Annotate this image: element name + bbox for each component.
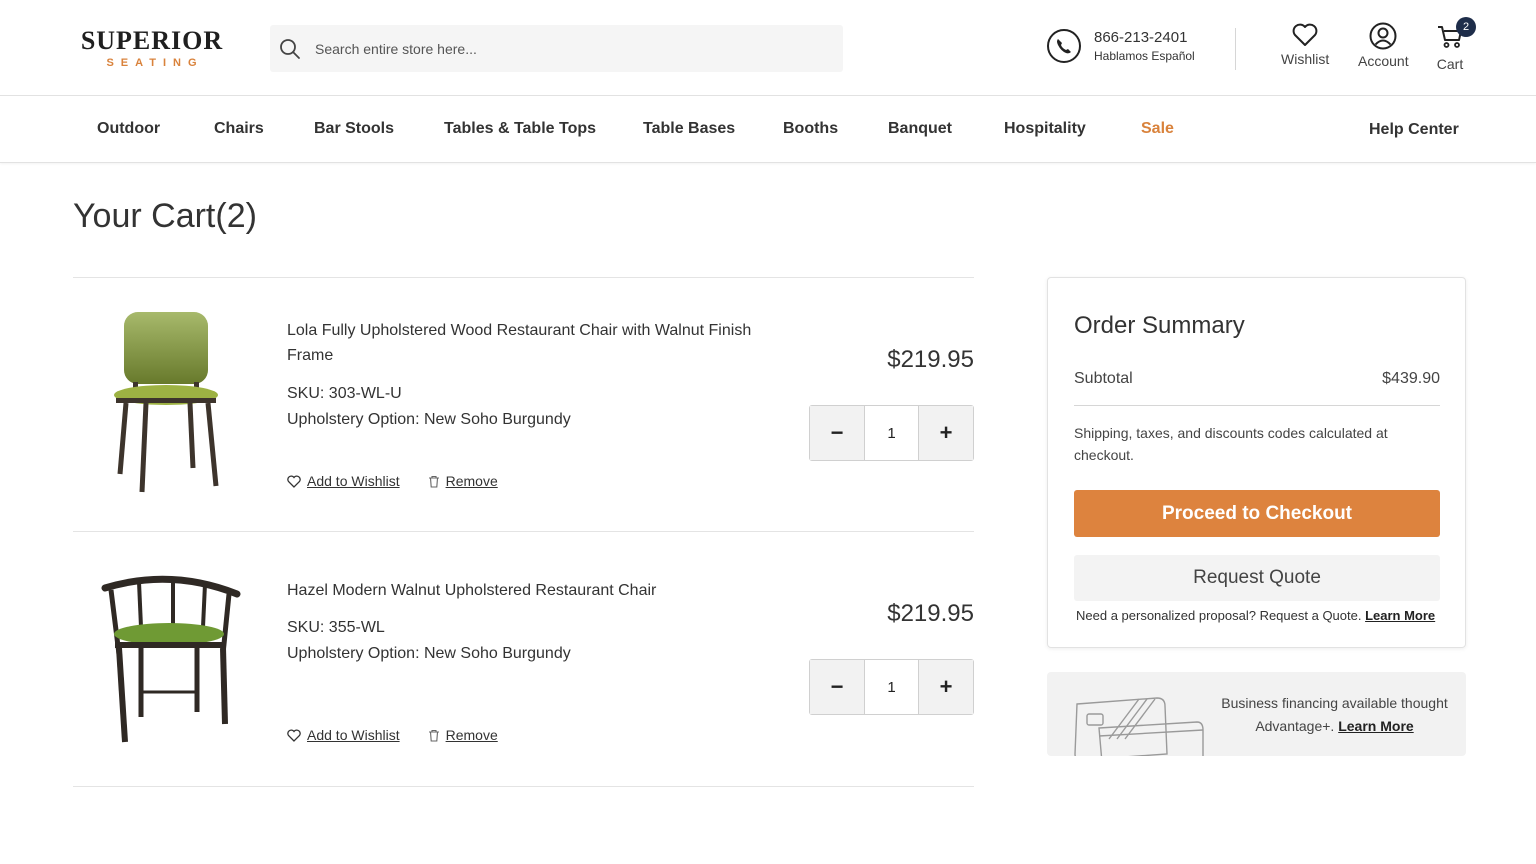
- nav-tables[interactable]: Tables & Table Tops: [444, 120, 596, 138]
- nav-table-bases[interactable]: Table Bases: [643, 120, 735, 138]
- subtotal-row: Subtotal $439.90: [1074, 370, 1440, 388]
- product-image-hazel-chair[interactable]: [101, 572, 241, 747]
- cart-divider-bottom: [73, 786, 974, 787]
- nav-outdoor[interactable]: Outdoor: [97, 120, 160, 138]
- phone-number[interactable]: 866-213-2401: [1094, 28, 1195, 48]
- search-icon[interactable]: [279, 38, 301, 60]
- quantity-stepper: − +: [809, 405, 974, 461]
- product-sku: SKU: 303-WL-U: [287, 385, 402, 402]
- credit-card-icon: [1074, 697, 1204, 756]
- header-divider: [1235, 28, 1236, 70]
- qty-decrease-button[interactable]: −: [810, 660, 864, 714]
- product-name[interactable]: Lola Fully Upholstered Wood Restaurant C…: [287, 318, 767, 368]
- product-option: Upholstery Option: New Soho Burgundy: [287, 411, 571, 428]
- order-summary-panel: Order Summary Subtotal $439.90 Shipping,…: [1047, 277, 1466, 648]
- nav-banquet[interactable]: Banquet: [888, 120, 952, 138]
- add-to-wishlist-link[interactable]: Add to Wishlist: [307, 473, 400, 489]
- quote-learn-more-link[interactable]: Learn More: [1365, 608, 1435, 623]
- add-to-wishlist-button[interactable]: Add to Wishlist: [287, 473, 400, 489]
- nav-help-center[interactable]: Help Center: [1369, 121, 1459, 139]
- financing-text: Business financing available thought Adv…: [1217, 692, 1452, 738]
- site-header: SUPERIOR SEATING 866-213-2401 Hablamos E…: [0, 0, 1536, 96]
- item-actions: Add to Wishlist Remove: [287, 473, 526, 489]
- search-bar: [270, 25, 843, 72]
- trash-icon: [428, 729, 439, 742]
- request-quote-button[interactable]: Request Quote: [1074, 555, 1440, 601]
- quantity-stepper: − +: [809, 659, 974, 715]
- account-link[interactable]: Account: [1358, 22, 1409, 69]
- add-to-wishlist-button[interactable]: Add to Wishlist: [287, 727, 400, 743]
- product-option: Upholstery Option: New Soho Burgundy: [287, 645, 571, 662]
- trash-icon: [428, 475, 439, 488]
- product-sku: SKU: 355-WL: [287, 619, 385, 636]
- wishlist-label: Wishlist: [1281, 51, 1330, 67]
- financing-learn-more-link[interactable]: Learn More: [1338, 718, 1413, 734]
- shipping-note: Shipping, taxes, and discounts codes cal…: [1074, 425, 1388, 463]
- subtotal-label: Subtotal: [1074, 370, 1133, 387]
- heart-icon: [287, 474, 301, 488]
- add-to-wishlist-link[interactable]: Add to Wishlist: [307, 727, 400, 743]
- nav-sale[interactable]: Sale: [1141, 120, 1174, 138]
- nav-chairs[interactable]: Chairs: [214, 120, 264, 138]
- qty-increase-button[interactable]: +: [919, 406, 973, 460]
- remove-link[interactable]: Remove: [446, 473, 498, 489]
- cart-item: Lola Fully Upholstered Wood Restaurant C…: [73, 278, 974, 530]
- search-input[interactable]: [315, 40, 815, 57]
- cart-label: Cart: [1436, 56, 1464, 72]
- qty-input[interactable]: [864, 660, 919, 714]
- logo-name: SUPERIOR: [80, 26, 224, 55]
- cart-item: Hazel Modern Walnut Upholstered Restaura…: [73, 532, 974, 784]
- product-name[interactable]: Hazel Modern Walnut Upholstered Restaura…: [287, 578, 767, 603]
- logo[interactable]: SUPERIOR SEATING: [72, 26, 232, 70]
- item-actions: Add to Wishlist Remove: [287, 727, 526, 743]
- page-title: Your Cart(2): [73, 197, 257, 235]
- item-price: $219.95: [887, 346, 974, 373]
- nav-bar-stools[interactable]: Bar Stools: [314, 120, 394, 138]
- user-circle-icon: [1369, 22, 1397, 50]
- cart-count-badge: 2: [1456, 17, 1476, 37]
- remove-button[interactable]: Remove: [428, 473, 498, 489]
- qty-increase-button[interactable]: +: [919, 660, 973, 714]
- subtotal-value: $439.90: [1382, 370, 1440, 387]
- qty-input[interactable]: [864, 406, 919, 460]
- wishlist-link[interactable]: Wishlist: [1281, 22, 1329, 67]
- contact-phone[interactable]: 866-213-2401 Hablamos Español: [1046, 28, 1195, 64]
- product-image-lola-chair[interactable]: [98, 308, 233, 498]
- quote-note: Need a personalized proposal? Request a …: [1076, 608, 1435, 623]
- nav-booths[interactable]: Booths: [783, 120, 838, 138]
- account-label: Account: [1358, 53, 1409, 69]
- nav-hospitality[interactable]: Hospitality: [1004, 120, 1086, 138]
- cart-link[interactable]: 2 Cart: [1436, 17, 1476, 72]
- main-nav: Outdoor Chairs Bar Stools Tables & Table…: [0, 96, 1536, 163]
- item-price: $219.95: [887, 600, 974, 627]
- order-summary-title: Order Summary: [1074, 312, 1245, 339]
- remove-link[interactable]: Remove: [446, 727, 498, 743]
- quote-note-text: Need a personalized proposal? Request a …: [1076, 608, 1362, 623]
- heart-icon: [1292, 23, 1318, 46]
- summary-divider: [1074, 405, 1440, 406]
- heart-icon: [287, 728, 301, 742]
- proceed-to-checkout-button[interactable]: Proceed to Checkout: [1074, 490, 1440, 537]
- financing-banner: Business financing available thought Adv…: [1047, 672, 1466, 756]
- remove-button[interactable]: Remove: [428, 727, 498, 743]
- logo-tagline: SEATING: [106, 57, 204, 69]
- phone-icon: [1047, 29, 1081, 63]
- qty-decrease-button[interactable]: −: [810, 406, 864, 460]
- phone-language-note: Hablamos Español: [1094, 49, 1195, 63]
